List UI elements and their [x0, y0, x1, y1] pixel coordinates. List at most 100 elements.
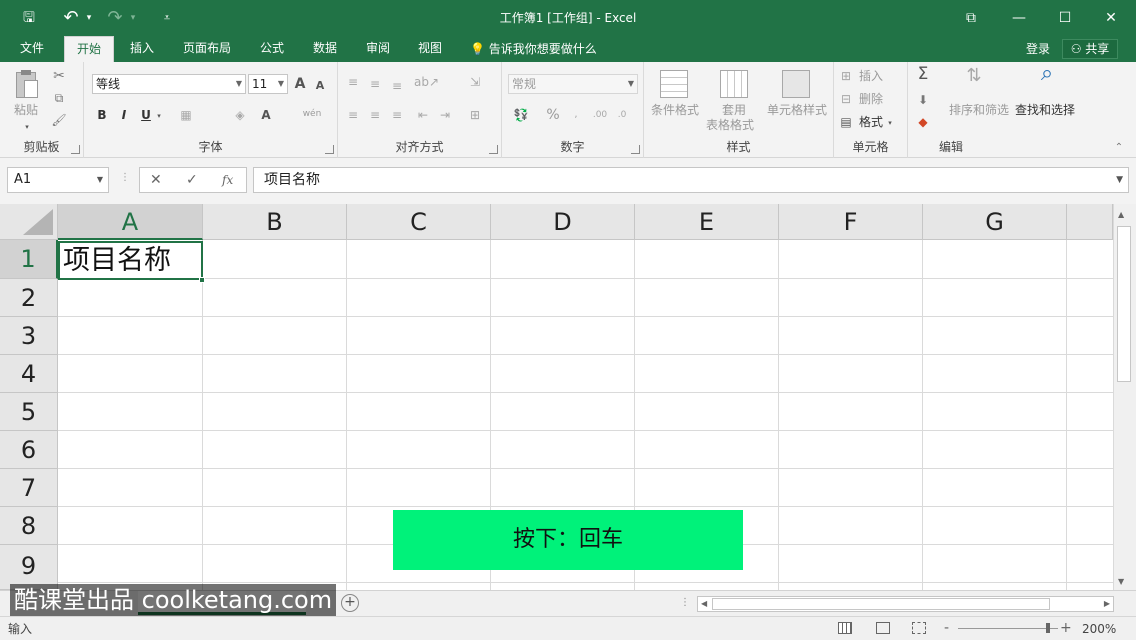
zoom-slider-thumb[interactable] [1046, 623, 1050, 633]
delete-cells-icon[interactable]: ⊟ [838, 91, 854, 107]
scroll-up-icon[interactable]: ▲ [1118, 210, 1124, 219]
column-header-g[interactable]: G [923, 204, 1067, 240]
maximize-button[interactable]: ☐ [1042, 0, 1088, 36]
column-header-h[interactable] [1067, 204, 1113, 240]
underline-dropdown-icon[interactable]: ▾ [154, 108, 164, 124]
tab-review[interactable]: 审阅 [356, 36, 400, 62]
orientation-icon[interactable]: ab↗ [414, 74, 439, 90]
customize-qat-icon[interactable]: ⩡ [158, 8, 176, 28]
merge-center-icon[interactable]: ⊞ [466, 107, 484, 123]
cut-icon[interactable]: ✂ [50, 68, 68, 84]
align-bottom-icon[interactable]: ≡ [388, 78, 406, 94]
wrap-text-icon[interactable]: ⇲ [466, 74, 484, 90]
align-left-icon[interactable]: ≡ [344, 107, 362, 123]
tab-view[interactable]: 视图 [408, 36, 452, 62]
row-header-8[interactable]: 8 [0, 507, 58, 545]
decrease-decimal-icon[interactable]: .0 [612, 107, 632, 123]
format-as-table-label-1[interactable]: 套用 [706, 102, 762, 118]
vertical-scrollbar[interactable]: ▲ ▼ [1113, 204, 1136, 590]
font-color-button[interactable]: A [258, 107, 274, 123]
horizontal-scroll-thumb[interactable] [712, 598, 1050, 610]
align-right-icon[interactable]: ≡ [388, 107, 406, 123]
paste-icon[interactable] [12, 70, 40, 100]
row-header-2[interactable]: 2 [0, 279, 58, 317]
row-header-4[interactable]: 4 [0, 355, 58, 393]
column-header-c[interactable]: C [347, 204, 491, 240]
sort-filter-icon[interactable]: ⇅ [960, 67, 988, 85]
close-button[interactable]: ✕ [1088, 0, 1134, 36]
insert-cells-button[interactable]: 插入 [856, 68, 886, 84]
column-header-f[interactable]: F [779, 204, 923, 240]
select-all-button[interactable] [0, 204, 58, 240]
number-launcher-icon[interactable] [631, 145, 640, 154]
tab-split-handle-icon[interactable]: ⋮ [680, 595, 690, 611]
increase-decimal-icon[interactable]: .00 [590, 107, 610, 123]
column-header-b[interactable]: B [203, 204, 347, 240]
tell-me-box[interactable]: 💡 告诉我你想要做什么 [470, 41, 597, 57]
conditional-formatting-button[interactable]: 条件格式 [646, 102, 704, 118]
insert-function-icon[interactable]: fx [222, 171, 233, 189]
row-header-3[interactable]: 3 [0, 317, 58, 355]
cell-styles-icon[interactable] [782, 70, 810, 98]
horizontal-scrollbar[interactable]: ◀ ▶ [697, 596, 1114, 612]
paste-dropdown-icon[interactable]: ▾ [22, 119, 32, 135]
format-cells-button[interactable]: 格式 [856, 114, 886, 130]
insert-cells-icon[interactable]: ⊞ [838, 68, 854, 84]
tab-insert[interactable]: 插入 [120, 36, 164, 62]
format-painter-icon[interactable]: 🖌 [50, 112, 68, 128]
scroll-right-icon[interactable]: ▶ [1104, 597, 1110, 611]
save-icon[interactable]: 🖫 [18, 8, 40, 28]
share-button[interactable]: ⚇ 共享 [1062, 39, 1118, 59]
format-dropdown-icon[interactable]: ▾ [886, 115, 894, 131]
column-header-d[interactable]: D [491, 204, 635, 240]
font-size-select[interactable]: 11 ▼ [248, 74, 288, 94]
minimize-button[interactable]: — [996, 0, 1042, 36]
paste-button[interactable]: 粘贴 [8, 102, 44, 118]
sort-filter-button[interactable]: 排序和筛选 [946, 102, 1012, 118]
phonetic-button[interactable]: wén [300, 106, 324, 122]
copy-icon[interactable]: ⧉ [50, 90, 68, 106]
bold-button[interactable]: B [94, 107, 110, 123]
expand-formula-icon[interactable]: ▼ [1116, 168, 1123, 192]
font-name-select[interactable]: 等线 ▼ [92, 74, 246, 94]
fill-handle[interactable] [199, 277, 205, 283]
row-header-5[interactable]: 5 [0, 393, 58, 431]
tab-page-layout[interactable]: 页面布局 [176, 36, 238, 62]
align-center-icon[interactable]: ≡ [366, 107, 384, 123]
sign-in-link[interactable]: 登录 [1026, 41, 1050, 57]
undo-icon[interactable]: ↶ [60, 8, 82, 28]
format-as-table-label-2[interactable]: 表格格式 [700, 117, 760, 133]
comma-style-icon[interactable]: , [566, 107, 586, 123]
increase-indent-icon[interactable]: ⇥ [436, 107, 454, 123]
column-header-a[interactable]: A [58, 204, 203, 240]
page-break-view-icon[interactable] [912, 622, 926, 634]
ribbon-display-options-icon[interactable]: ⧉ [948, 0, 994, 36]
underline-button[interactable]: U [138, 107, 154, 123]
add-sheet-button[interactable]: + [341, 594, 359, 612]
decrease-indent-icon[interactable]: ⇤ [414, 107, 432, 123]
border-icon[interactable]: ▦ [176, 107, 196, 123]
tab-data[interactable]: 数据 [303, 36, 347, 62]
font-launcher-icon[interactable] [325, 145, 334, 154]
delete-cells-button[interactable]: 删除 [856, 91, 886, 107]
scroll-down-icon[interactable]: ▼ [1118, 577, 1124, 586]
resize-handle-icon[interactable]: ⋮ [120, 172, 130, 183]
zoom-level[interactable]: 200% [1082, 621, 1116, 637]
tab-formulas[interactable]: 公式 [250, 36, 294, 62]
column-header-e[interactable]: E [635, 204, 779, 240]
zoom-out-button[interactable]: - [944, 619, 949, 637]
format-cells-icon[interactable]: ▤ [838, 114, 854, 130]
cancel-icon[interactable]: ✕ [150, 171, 162, 189]
name-box[interactable]: A1 ▼ [7, 167, 109, 193]
align-middle-icon[interactable]: ≡ [366, 76, 384, 92]
conditional-formatting-icon[interactable] [660, 70, 688, 98]
autosum-icon[interactable]: Σ [914, 66, 932, 83]
align-top-icon[interactable]: ≡ [344, 74, 362, 90]
fill-icon[interactable]: ⬇ [914, 92, 932, 108]
search-icon[interactable]: ⌕ [1032, 63, 1062, 85]
undo-dropdown-icon[interactable]: ▾ [83, 8, 95, 28]
shrink-font-button[interactable]: A [312, 78, 328, 94]
percent-button[interactable]: % [544, 107, 562, 123]
row-header-6[interactable]: 6 [0, 431, 58, 469]
normal-view-icon[interactable] [838, 622, 852, 634]
